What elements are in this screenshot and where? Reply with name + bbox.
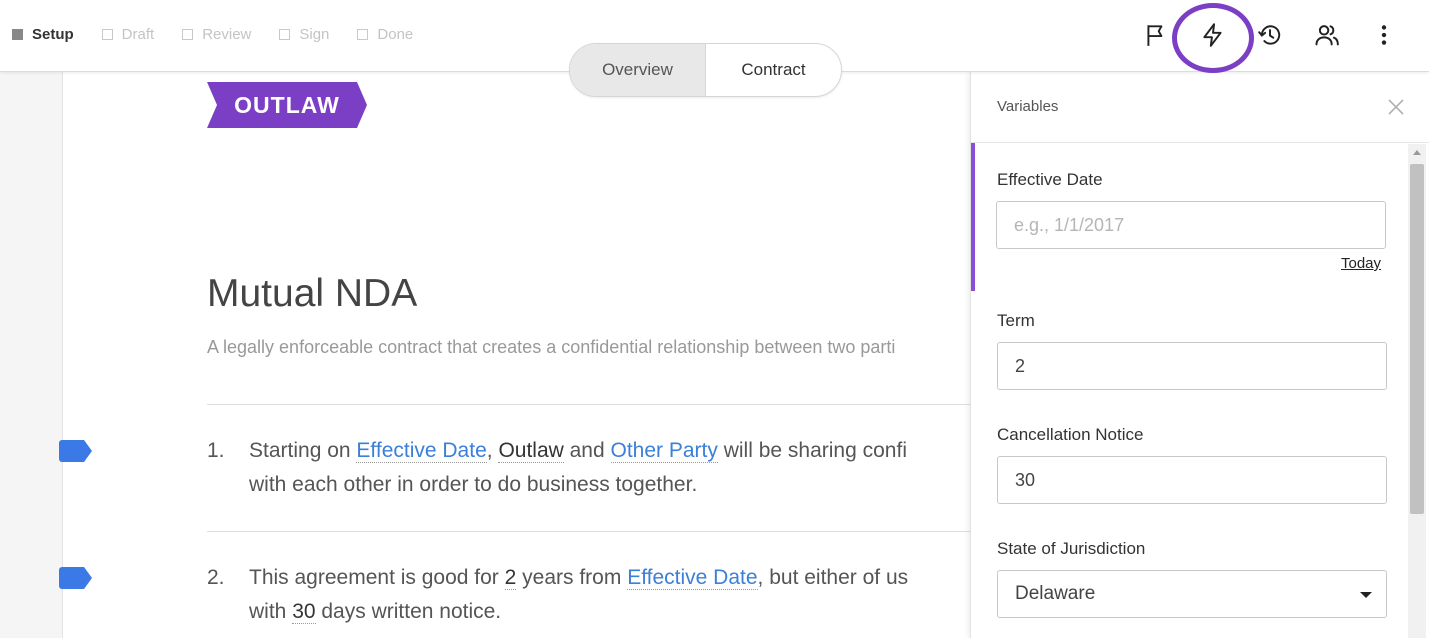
panel-title: Variables	[997, 98, 1059, 115]
clause-tag-icon[interactable]	[59, 440, 92, 462]
workflow-steps: Setup Draft Review Sign Done	[12, 26, 441, 43]
step-review[interactable]: Review	[182, 26, 251, 43]
clause-text: and	[563, 439, 611, 462]
clause-text: ,	[486, 439, 499, 462]
step-status-icon	[279, 29, 291, 40]
variable-term[interactable]: 2	[504, 566, 517, 590]
variable-other-party[interactable]: Other Party	[610, 439, 718, 463]
clause-text: with each other in order to do business …	[249, 473, 698, 496]
step-sign[interactable]: Sign	[279, 26, 329, 43]
field-label: Effective Date	[997, 170, 1103, 189]
today-link[interactable]: Today	[1341, 255, 1381, 272]
panel-header: Variables	[971, 72, 1429, 143]
clause-text: , but either of us	[757, 566, 909, 589]
clause-text: days written notice.	[315, 600, 502, 623]
term-input[interactable]	[997, 342, 1387, 390]
highlight-ring	[1172, 3, 1254, 73]
caret-down-icon	[1360, 592, 1372, 598]
step-label: Done	[377, 26, 414, 43]
step-done[interactable]: Done	[357, 26, 413, 43]
clause-text: years from	[516, 566, 628, 589]
field-label-state-of-jurisdiction: State of Jurisdiction	[997, 539, 1146, 558]
clause-number: 2.	[207, 566, 225, 589]
step-status-icon	[12, 29, 23, 40]
users-icon[interactable]	[1310, 18, 1344, 52]
document-subtitle: A legally enforceable contract that crea…	[207, 337, 896, 357]
variables-panel: Variables Effective Date Today Term Canc…	[970, 72, 1429, 638]
clause-2: 2. This agreement is good for 2 years fro…	[207, 561, 908, 629]
step-draft[interactable]: Draft	[101, 26, 155, 43]
divider	[207, 404, 1007, 405]
step-setup[interactable]: Setup	[12, 26, 74, 43]
close-icon[interactable]	[1385, 96, 1407, 118]
variable-party-a[interactable]: Outlaw	[498, 439, 564, 463]
jurisdiction-select[interactable]: Delaware	[997, 570, 1387, 618]
variable-effective-date[interactable]: Effective Date	[627, 566, 758, 590]
variable-cancellation-notice[interactable]: 30	[292, 600, 316, 624]
clause-tag-icon[interactable]	[59, 567, 92, 589]
clause-1: 1. Starting on Effective Date, Outlaw and…	[207, 434, 907, 502]
step-label: Setup	[32, 26, 74, 43]
outlaw-logo: OUTLAW	[207, 82, 367, 128]
clause-number: 1.	[207, 439, 225, 462]
step-label: Sign	[299, 26, 330, 43]
step-status-icon	[182, 29, 194, 40]
view-toggle: Overview Contract	[569, 43, 842, 97]
clause-text: with	[249, 600, 293, 623]
cancellation-notice-input[interactable]	[997, 456, 1387, 504]
step-label: Review	[202, 26, 252, 43]
clause-text: This agreement is good for	[249, 566, 505, 589]
step-label: Draft	[121, 26, 155, 43]
scroll-thumb[interactable]	[1410, 164, 1424, 514]
more-vertical-icon[interactable]	[1367, 18, 1401, 52]
flag-icon[interactable]	[1139, 18, 1173, 52]
step-status-icon	[101, 29, 113, 40]
tab-contract[interactable]: Contract	[706, 44, 841, 96]
variable-effective-date[interactable]: Effective Date	[356, 439, 487, 463]
logo-text: OUTLAW	[234, 91, 340, 118]
clause-text: will be sharing confi	[717, 439, 907, 462]
tab-overview[interactable]: Overview	[570, 44, 706, 96]
document-title: Mutual NDA	[207, 272, 418, 315]
history-icon[interactable]	[1253, 18, 1287, 52]
panel-scrollbar[interactable]	[1408, 144, 1426, 638]
field-label-cancellation-notice: Cancellation Notice	[997, 425, 1144, 444]
divider	[207, 531, 1007, 532]
select-value: Delaware	[1015, 583, 1096, 604]
clause-text: Starting on	[249, 439, 357, 462]
scroll-up-icon[interactable]	[1413, 150, 1421, 155]
effective-date-input[interactable]	[996, 201, 1386, 249]
field-label-term: Term	[997, 311, 1035, 330]
step-status-icon	[357, 29, 369, 40]
field-effective-date: Effective Date Today	[971, 143, 1407, 291]
